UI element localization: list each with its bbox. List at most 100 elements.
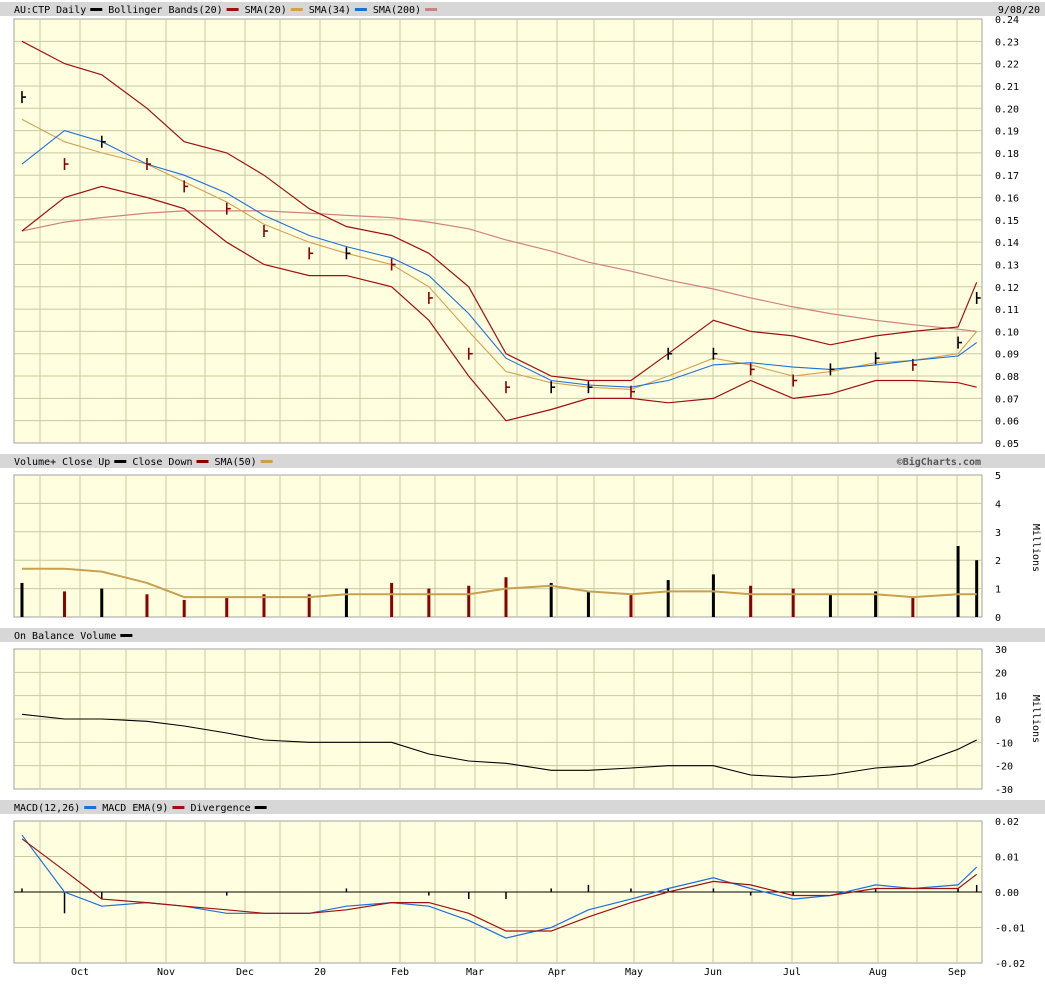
volume-legend-label-1: Close Down xyxy=(132,457,192,468)
volume-y-tick-1: 4 xyxy=(995,499,1001,510)
price-legend-swatch-3 xyxy=(354,8,367,11)
obv-unit-label: Millions xyxy=(1030,695,1041,743)
x-axis-label-0: Oct xyxy=(71,967,89,978)
price-legend-label-2: SMA(20) xyxy=(245,5,287,16)
volume-bar xyxy=(467,585,471,617)
macd-y-tick-1: 0.01 xyxy=(995,853,1019,864)
obv-header-bar xyxy=(0,628,1045,642)
macd-legend-label-1: MACD EMA(9) xyxy=(102,803,168,814)
volume-bar xyxy=(711,574,715,617)
price-legend-swatch-2 xyxy=(290,8,303,11)
x-axis-label-3: 20 xyxy=(314,967,326,978)
price-y-tick-11: 0.13 xyxy=(995,260,1019,271)
volume-y-tick-0: 5 xyxy=(995,471,1001,482)
volume-bar xyxy=(20,582,24,617)
price-legend-swatch-1 xyxy=(226,8,239,11)
volume-y-tick-3: 2 xyxy=(995,556,1001,567)
macd-legend-swatch-0 xyxy=(84,806,97,809)
x-axis-label-9: Jul xyxy=(783,967,801,978)
x-axis-label-1: Nov xyxy=(157,967,175,978)
obv-y-tick-6: -30 xyxy=(995,785,1013,796)
volume-bar xyxy=(791,588,795,617)
x-axis-label-6: Apr xyxy=(548,967,566,978)
volume-unit-label: Millions xyxy=(1030,524,1041,572)
volume-bar xyxy=(911,597,915,617)
volume-legend-swatch-2 xyxy=(260,460,273,463)
price-y-tick-1: 0.23 xyxy=(995,37,1019,48)
price-y-tick-4: 0.20 xyxy=(995,104,1019,115)
obv-y-tick-1: 20 xyxy=(995,668,1007,679)
macd-legend-label-2: Divergence xyxy=(190,803,250,814)
volume-legend-swatch-0 xyxy=(114,460,127,463)
price-legend-label-0: AU:CTP Daily xyxy=(14,5,86,16)
x-axis-label-10: Aug xyxy=(869,967,887,978)
price-y-tick-10: 0.14 xyxy=(995,238,1019,249)
volume-legend-label-0: Volume+ Close Up xyxy=(14,457,110,468)
price-y-tick-5: 0.19 xyxy=(995,127,1019,138)
volume-bar xyxy=(145,594,149,617)
volume-bar xyxy=(975,560,979,617)
macd-y-tick-4: -0.02 xyxy=(995,959,1025,970)
volume-bar xyxy=(182,599,186,617)
volume-legend-swatch-1 xyxy=(196,460,209,463)
watermark: ©BigCharts.com xyxy=(897,456,981,468)
obv-y-tick-3: 0 xyxy=(995,715,1001,726)
price-y-tick-0: 0.24 xyxy=(995,15,1019,26)
price-legend-label-3: SMA(34) xyxy=(309,5,351,16)
price-y-tick-18: 0.06 xyxy=(995,417,1019,428)
volume-y-tick-5: 0 xyxy=(995,613,1001,624)
chart-svg: AU:CTP Daily Bollinger Bands(20) SMA(20) SM… xyxy=(0,2,1045,978)
price-y-tick-2: 0.22 xyxy=(995,60,1019,71)
obv-y-tick-5: -20 xyxy=(995,762,1013,773)
macd-legend-swatch-2 xyxy=(254,806,267,809)
volume-bar xyxy=(549,582,553,617)
volume-bar xyxy=(629,594,633,617)
volume-bar xyxy=(63,591,67,617)
macd-y-tick-0: 0.02 xyxy=(995,817,1019,828)
price-y-tick-15: 0.09 xyxy=(995,350,1019,361)
price-y-tick-7: 0.17 xyxy=(995,171,1019,182)
price-legend-swatch-0 xyxy=(90,8,103,11)
volume-y-tick-4: 1 xyxy=(995,585,1001,596)
volume-bar xyxy=(956,546,960,617)
obv-y-tick-4: -10 xyxy=(995,738,1013,749)
obv-y-tick-2: 10 xyxy=(995,692,1007,703)
volume-bar xyxy=(749,585,753,617)
chart-date-label: 9/08/20 xyxy=(998,5,1040,16)
x-axis-label-5: Mar xyxy=(466,967,484,978)
obv-legend-label-0: On Balance Volume xyxy=(14,631,116,642)
volume-legend-label-2: SMA(50) xyxy=(215,457,257,468)
macd-legend-swatch-1 xyxy=(172,806,185,809)
obv-legend-swatch-0 xyxy=(120,634,133,637)
price-plot-area xyxy=(13,18,983,444)
volume-bar xyxy=(225,597,229,617)
macd-legend-label-0: MACD(12,26) xyxy=(14,803,80,814)
x-axis-label-8: Jun xyxy=(704,967,722,978)
price-y-tick-12: 0.12 xyxy=(995,283,1019,294)
price-y-tick-13: 0.11 xyxy=(995,305,1019,316)
volume-bar xyxy=(666,580,670,617)
macd-y-tick-3: -0.01 xyxy=(995,924,1025,935)
volume-plot-area xyxy=(13,474,983,618)
price-legend-label-1: Bollinger Bands(20) xyxy=(108,5,222,16)
price-y-tick-9: 0.15 xyxy=(995,216,1019,227)
volume-bar xyxy=(100,588,104,617)
volume-bar xyxy=(427,588,431,617)
price-y-tick-3: 0.21 xyxy=(995,82,1019,93)
volume-bar xyxy=(390,582,394,617)
price-y-tick-19: 0.05 xyxy=(995,439,1019,450)
volume-bar xyxy=(828,594,832,617)
price-legend-swatch-4 xyxy=(425,8,438,11)
x-axis-label-4: Feb xyxy=(391,967,409,978)
volume-bar xyxy=(586,591,590,617)
price-legend-label-4: SMA(200) xyxy=(373,5,421,16)
x-axis-label-2: Dec xyxy=(236,967,254,978)
price-y-tick-8: 0.16 xyxy=(995,194,1019,205)
volume-bar xyxy=(504,577,508,617)
obv-y-tick-0: 30 xyxy=(995,645,1007,656)
x-axis-label-11: Sep xyxy=(948,967,966,978)
price-y-tick-14: 0.10 xyxy=(995,327,1019,338)
x-axis-label-7: May xyxy=(625,967,643,978)
price-y-tick-16: 0.08 xyxy=(995,372,1019,383)
stock-chart: AU:CTP Daily Bollinger Bands(20) SMA(20) SM… xyxy=(0,0,1045,981)
